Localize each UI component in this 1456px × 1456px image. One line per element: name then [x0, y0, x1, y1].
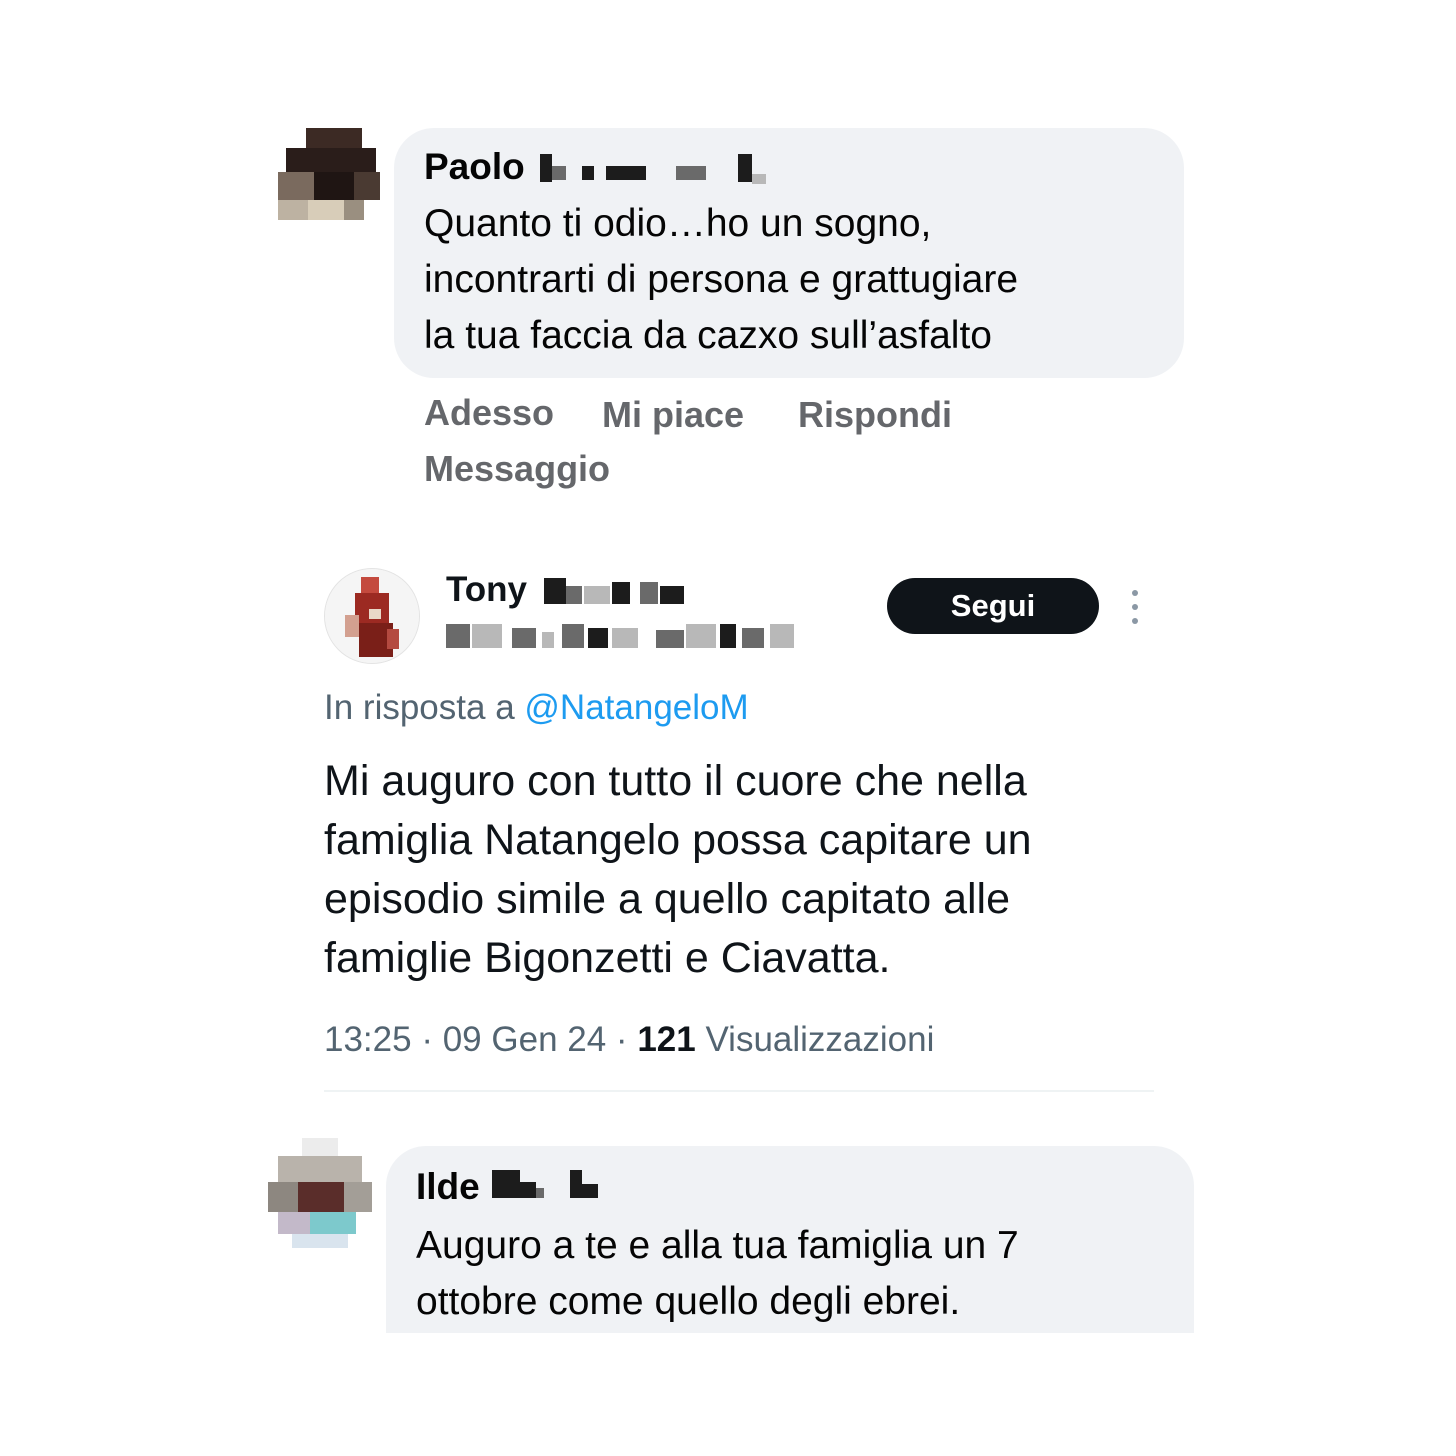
- comment-bubble: Paolo Quanto ti odio…ho un sogno, incont…: [394, 128, 1184, 378]
- follow-button[interactable]: Segui: [887, 578, 1099, 634]
- tweet-date[interactable]: 09 Gen 24: [443, 1020, 606, 1059]
- commenter-avatar[interactable]: [268, 1138, 372, 1248]
- divider: [324, 1090, 1154, 1092]
- meta-separator: ·: [615, 1020, 638, 1059]
- redacted-handle: [446, 620, 796, 652]
- tweet-text: Mi auguro con tutto il cuore che nella f…: [324, 757, 1032, 982]
- meta-separator: ·: [421, 1020, 443, 1059]
- views-count: 121: [637, 1020, 696, 1059]
- message-link[interactable]: Messaggio: [424, 448, 610, 490]
- crop-edge: [380, 1333, 1210, 1393]
- like-link[interactable]: Mi piace: [602, 394, 744, 436]
- commenter-name[interactable]: Ilde: [416, 1166, 480, 1208]
- commenter-avatar[interactable]: [278, 128, 380, 224]
- reply-prefix: In risposta a: [324, 688, 515, 727]
- commenter-name[interactable]: Paolo: [424, 146, 525, 188]
- tweet-time[interactable]: 13:25: [324, 1020, 412, 1059]
- reply-link[interactable]: Rispondi: [798, 394, 952, 436]
- views-label: Visualizzazioni: [705, 1020, 935, 1059]
- reply-mention-link[interactable]: @NatangeloM: [524, 688, 748, 727]
- tweet-author-name[interactable]: Tony: [446, 570, 527, 610]
- more-vertical-icon[interactable]: [1126, 590, 1144, 624]
- comment-text: Quanto ti odio…ho un sogno, incontrarti …: [424, 202, 1019, 357]
- reply-context: In risposta a @NatangeloM: [324, 688, 749, 728]
- tweet-meta: 13:25 · 09 Gen 24 · 121 Visualizzazioni: [324, 1020, 934, 1060]
- comment-text: Auguro a te e alla tua famiglia un 7 ott…: [416, 1224, 1019, 1323]
- comment-time: Adesso: [424, 392, 555, 433]
- tweet-author-avatar[interactable]: [324, 568, 420, 664]
